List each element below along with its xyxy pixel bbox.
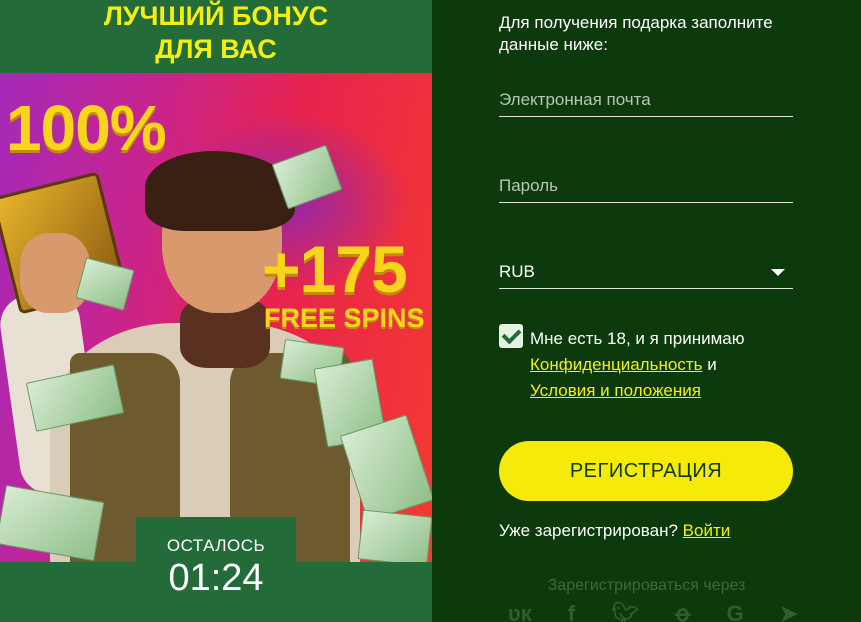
google-icon[interactable]: G bbox=[726, 601, 743, 622]
promo-title-line1: ЛУЧШИЙ БОНУС bbox=[103, 1, 329, 31]
conditions-link[interactable]: Условия и положения bbox=[530, 381, 701, 400]
countdown-timer: ОСТАЛОСЬ 01:24 bbox=[136, 517, 296, 622]
registration-panel: Для получения подарка заполните данные н… bbox=[432, 0, 861, 622]
character-hand bbox=[20, 233, 90, 313]
age-terms-checkbox[interactable] bbox=[499, 324, 523, 348]
email-field-wrapper bbox=[499, 90, 793, 117]
odnoklassniki-icon[interactable]: ꝋ bbox=[675, 601, 691, 622]
password-field[interactable] bbox=[499, 176, 793, 202]
login-link[interactable]: Войти bbox=[683, 521, 731, 540]
timer-value: 01:24 bbox=[168, 557, 264, 599]
promo-panel: ЛУЧШИЙ БОНУС ДЛЯ ВАС 100% +175 FREE SPIN… bbox=[0, 0, 432, 622]
promo-title: ЛУЧШИЙ БОНУС ДЛЯ ВАС bbox=[0, 0, 432, 66]
terms-text: Мне есть 18, и я принимаю Конфиденциальн… bbox=[530, 326, 800, 404]
register-button[interactable]: РЕГИСТРАЦИЯ bbox=[499, 441, 793, 501]
already-registered-text: Уже зарегистрирован? bbox=[499, 521, 678, 540]
bonus-percent: 100% bbox=[6, 92, 167, 164]
form-intro: Для получения подарка заполните данные н… bbox=[499, 13, 773, 54]
chevron-down-icon bbox=[771, 269, 785, 276]
facebook-icon[interactable]: f bbox=[568, 601, 575, 622]
timer-label: ОСТАЛОСЬ bbox=[166, 536, 266, 555]
currency-value: RUB bbox=[499, 262, 535, 281]
password-field-wrapper bbox=[499, 176, 793, 203]
telegram-icon[interactable]: ➤ bbox=[780, 601, 798, 622]
promo-title-line2: ДЛЯ ВАС bbox=[155, 34, 277, 64]
bonus-spins-count: +175 bbox=[262, 232, 408, 306]
email-field[interactable] bbox=[499, 90, 793, 116]
banknote-image bbox=[75, 257, 135, 311]
privacy-link[interactable]: Конфиденциальность bbox=[530, 355, 702, 374]
banknote-image bbox=[357, 509, 432, 562]
currency-select[interactable]: RUB bbox=[499, 262, 793, 289]
social-login-icons: ʋк f 🐦︎ ꝋ G ➤ bbox=[508, 601, 798, 622]
promo-banner-image: 100% +175 FREE SPINS bbox=[0, 73, 432, 562]
login-row: Уже зарегистрирован? Войти bbox=[499, 521, 730, 541]
social-login-label: Зарегистрироваться через bbox=[547, 577, 746, 594]
terms-label: Мне есть 18, и я принимаю bbox=[530, 329, 745, 348]
terms-and: и bbox=[707, 355, 717, 374]
bonus-spins-label: FREE SPINS bbox=[264, 303, 425, 333]
twitter-icon[interactable]: 🐦︎ bbox=[611, 601, 639, 622]
vk-icon[interactable]: ʋк bbox=[508, 601, 532, 622]
